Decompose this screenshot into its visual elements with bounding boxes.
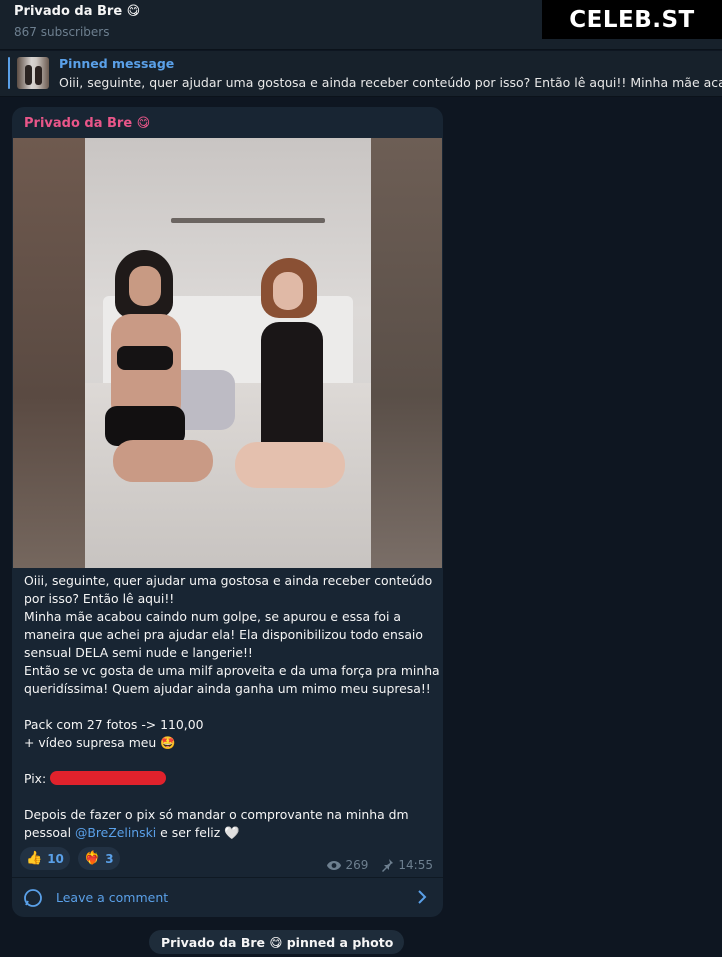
thumbs-up-emoji: 👍 (26, 851, 43, 866)
eye-icon (326, 860, 342, 871)
reaction-thumbs-up[interactable]: 👍 10 (20, 847, 70, 870)
reaction-heart-fire[interactable]: ❤️‍🔥 3 (78, 847, 120, 870)
comment-icon (23, 888, 43, 912)
caption-line: queridíssima! Quem ajudar ainda ganha um… (24, 681, 431, 696)
closing-line-2: pessoal @BreZelinski e ser feliz 🤍 (24, 825, 240, 840)
pix-line: Pix: (24, 770, 429, 788)
reaction-count: 3 (105, 851, 114, 866)
caption-line (24, 752, 429, 770)
subscriber-count: 867 subscribers (14, 25, 110, 39)
watermark-text: CELEB.ST (569, 6, 695, 33)
pinned-message-bar[interactable]: Pinned message Oiii, seguinte, quer ajud… (0, 51, 722, 97)
channel-title[interactable]: Privado da Bre 😋 (14, 4, 140, 19)
redacted-pix-key (50, 771, 167, 785)
caption-line: + vídeo supresa meu 🤩 (24, 735, 176, 750)
mention-link[interactable]: @BreZelinski (75, 825, 156, 840)
leave-comment-button[interactable]: Leave a comment (12, 878, 443, 917)
post-photo[interactable] (13, 138, 442, 568)
pinned-text: Oiii, seguinte, quer ajudar uma gostosa … (59, 75, 722, 90)
pinned-indicator (8, 57, 10, 89)
post-caption: Oiii, seguinte, quer ajudar uma gostosa … (24, 572, 440, 842)
service-message: Privado da Bre 😋 pinned a photo (149, 930, 405, 954)
pinned-label: Pinned message (59, 56, 175, 71)
view-count: 269 (345, 858, 369, 872)
watermark-logo: CELEB.ST (542, 0, 722, 39)
pin-icon (380, 858, 394, 872)
caption-line: Então se vc gosta de uma milf aproveita … (24, 663, 440, 678)
caption-line: Oiii, seguinte, quer ajudar uma gostosa … (24, 573, 433, 588)
closing-line: Depois de fazer o pix só mandar o compro… (24, 807, 409, 822)
post-author[interactable]: Privado da Bre 😋 (24, 116, 150, 131)
caption-line: maneira que achei pra ajudar ela! Ela di… (24, 627, 423, 642)
post-meta: 269 14:55 (326, 858, 433, 872)
caption-line: sensual DELA semi nude e langerie!! (24, 645, 253, 660)
caption-line (24, 698, 429, 716)
channel-post[interactable]: Privado da Bre 😋 Oiii, seguinte, quer aj… (12, 107, 443, 917)
caption-line: Minha mãe acabou caindo num golpe, se ap… (24, 609, 401, 624)
heart-on-fire-emoji: ❤️‍🔥 (84, 851, 101, 866)
caption-line: por isso? Então lê aqui!! (24, 591, 175, 606)
chevron-right-icon (415, 889, 429, 909)
caption-line: Pack com 27 fotos -> 110,00 (24, 717, 204, 732)
post-time: 14:55 (398, 858, 433, 872)
comment-label: Leave a comment (56, 890, 169, 905)
pinned-thumbnail (17, 57, 49, 89)
reaction-count: 10 (47, 851, 64, 866)
